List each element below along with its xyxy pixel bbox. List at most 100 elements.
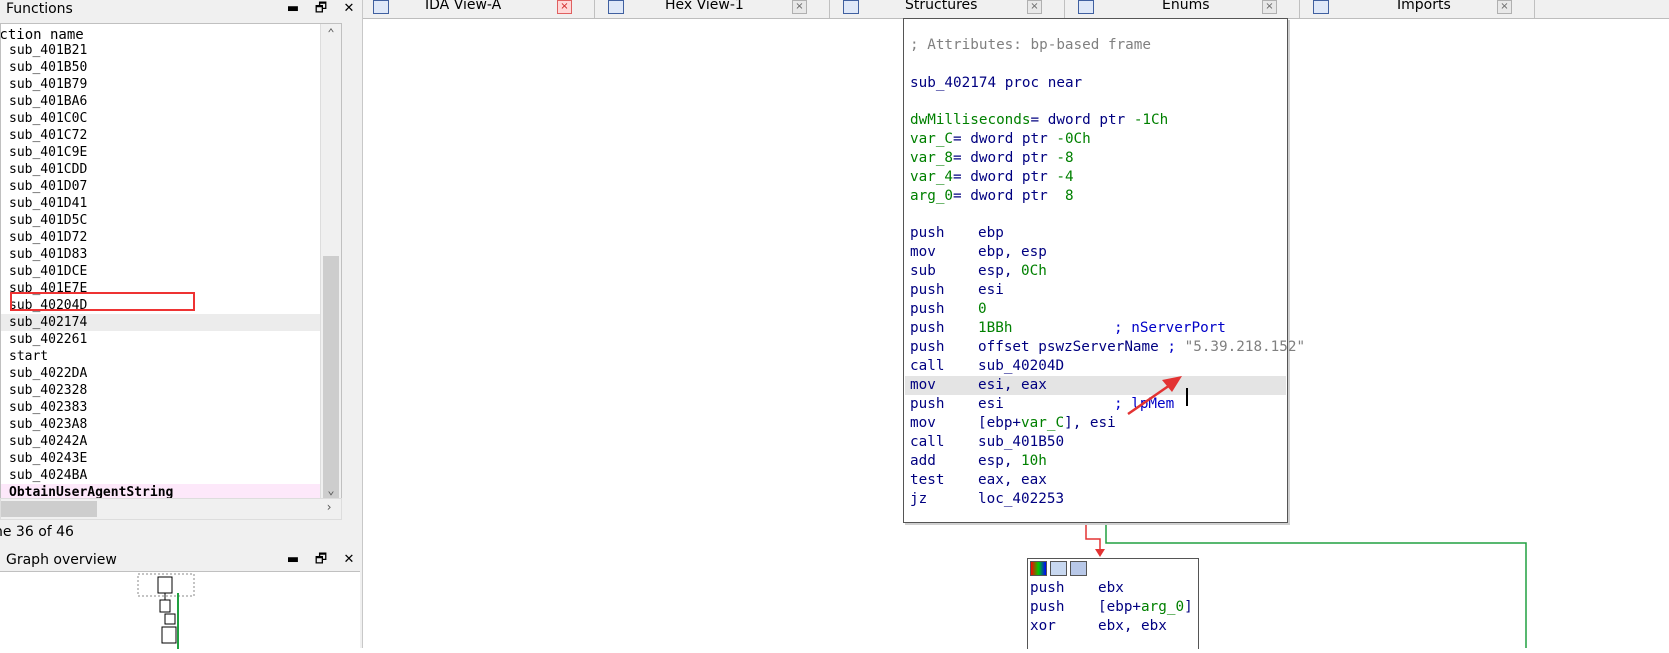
instruction-line[interactable]: push [ebp+arg_0] bbox=[1030, 598, 1193, 617]
scroll-right-icon[interactable]: › bbox=[319, 500, 339, 514]
attributes-comment[interactable]: ; Attributes: bp-based frame bbox=[910, 36, 1151, 55]
close-icon[interactable]: ✕ bbox=[342, 551, 356, 569]
overview-node bbox=[164, 613, 176, 625]
vertical-scrollbar[interactable]: ⌃ ⌄ bbox=[320, 24, 341, 499]
function-list-item[interactable]: sub_402328 bbox=[1, 382, 341, 399]
function-list-item[interactable]: sub_401C72 bbox=[1, 127, 341, 144]
close-icon[interactable]: × bbox=[1497, 0, 1512, 14]
function-list-item[interactable]: sub_401C0C bbox=[1, 110, 341, 127]
horizontal-scroll-thumb[interactable] bbox=[1, 501, 97, 517]
operand-var: var_C bbox=[1021, 415, 1065, 431]
instruction-line[interactable]: mov [ebp+var_C], esi bbox=[910, 414, 1116, 433]
instruction-line[interactable]: push offset pswzServerName ; "5.39.218.15… bbox=[910, 338, 1305, 357]
instruction-line[interactable]: call sub_40204D bbox=[910, 357, 1064, 376]
instruction-line[interactable]: sub esp, 0Ch bbox=[910, 262, 1047, 281]
local-var-def: = dword ptr bbox=[953, 188, 1065, 204]
code-block-next[interactable]: push ebx push [ebp+arg_0] xor ebx, ebx bbox=[1027, 558, 1199, 649]
function-list-item[interactable]: sub_4023A8 bbox=[1, 416, 341, 433]
instruction-line[interactable]: test eax, eax bbox=[910, 471, 1047, 490]
tab-imports[interactable]: Imports × bbox=[1303, 0, 1535, 18]
operand: ], esi bbox=[1064, 415, 1116, 431]
tab-structures[interactable]: Structures × bbox=[833, 0, 1065, 18]
close-icon[interactable]: × bbox=[557, 0, 572, 14]
local-var-name: var_8 bbox=[910, 150, 954, 166]
function-list-item[interactable]: sub_40242A bbox=[1, 433, 341, 450]
instruction-line[interactable]: jz loc_402253 bbox=[910, 490, 1064, 509]
instruction-line[interactable]: push 0 bbox=[910, 300, 987, 319]
graph-overview-canvas[interactable] bbox=[0, 571, 360, 649]
local-var-line[interactable]: var_C= dword ptr -0Ch bbox=[910, 130, 1091, 149]
function-list-item[interactable]: sub_401D83 bbox=[1, 246, 341, 263]
graph-icon[interactable] bbox=[1070, 561, 1087, 576]
tab-label: Enums bbox=[1162, 0, 1210, 13]
overview-node bbox=[157, 576, 173, 594]
close-icon[interactable]: × bbox=[1027, 0, 1042, 14]
close-icon[interactable]: ✕ bbox=[342, 0, 356, 18]
instruction-line[interactable]: push ebp bbox=[910, 224, 1004, 243]
horizontal-scrollbar[interactable]: › bbox=[0, 498, 342, 520]
scroll-up-icon[interactable]: ⌃ bbox=[321, 26, 341, 40]
instruction-line[interactable]: mov esi, eax bbox=[910, 376, 1047, 395]
text-cursor bbox=[1186, 388, 1188, 406]
tab-enums[interactable]: Enums × bbox=[1068, 0, 1300, 18]
function-list-item[interactable]: sub_401BA6 bbox=[1, 93, 341, 110]
local-var-line[interactable]: dwMilliseconds= dword ptr -1Ch bbox=[910, 111, 1168, 130]
tab-separator bbox=[1064, 0, 1065, 18]
instruction-line[interactable]: mov ebp, esp bbox=[910, 243, 1047, 262]
function-list-item[interactable]: sub_402174 bbox=[1, 314, 341, 331]
node-toolbar bbox=[1030, 561, 1087, 576]
function-list-item[interactable]: sub_40243E bbox=[1, 450, 341, 467]
edit-icon[interactable] bbox=[1050, 561, 1067, 576]
function-list-item[interactable]: sub_401B79 bbox=[1, 76, 341, 93]
function-list-item[interactable]: sub_401D07 bbox=[1, 178, 341, 195]
color-icon[interactable] bbox=[1030, 561, 1047, 576]
function-list-item[interactable]: sub_401CDD bbox=[1, 161, 341, 178]
function-list-item[interactable]: sub_401B50 bbox=[1, 59, 341, 76]
scroll-down-icon[interactable]: ⌄ bbox=[321, 483, 341, 497]
function-list-item[interactable]: sub_401C9E bbox=[1, 144, 341, 161]
tab-hex-view-1[interactable]: Hex View-1 × bbox=[598, 0, 830, 18]
restore-icon[interactable]: 🗗 bbox=[314, 551, 328, 569]
instruction-line[interactable]: push esi ; lpMem bbox=[910, 395, 1174, 414]
code-block-sub-402174[interactable]: ; Attributes: bp-based frame sub_402174 p… bbox=[903, 18, 1305, 523]
instruction-line[interactable]: xor ebx, ebx bbox=[1030, 617, 1167, 636]
operand: sub_401B50 bbox=[978, 434, 1065, 450]
graph-overview-minimap bbox=[137, 573, 195, 649]
function-list-item[interactable]: sub_402261 bbox=[1, 331, 341, 348]
mnemonic: call bbox=[910, 358, 945, 374]
tab-label: Hex View-1 bbox=[665, 0, 744, 13]
close-icon[interactable]: × bbox=[1262, 0, 1277, 14]
minimize-icon[interactable]: ▬ bbox=[286, 0, 300, 18]
restore-icon[interactable]: 🗗 bbox=[314, 0, 328, 18]
function-list-item[interactable]: sub_402383 bbox=[1, 399, 341, 416]
mnemonic: mov bbox=[910, 244, 936, 260]
function-list-item[interactable]: sub_4022DA bbox=[1, 365, 341, 382]
local-var-line[interactable]: var_8= dword ptr -8 bbox=[910, 149, 1074, 168]
mnemonic: push bbox=[910, 396, 945, 412]
minimize-icon[interactable]: ▬ bbox=[286, 551, 300, 569]
local-var-line[interactable]: arg_0= dword ptr 8 bbox=[910, 187, 1074, 206]
mnemonic: test bbox=[910, 472, 945, 488]
ida-view-icon bbox=[373, 0, 389, 14]
instruction-line[interactable]: push ebx bbox=[1030, 579, 1124, 598]
function-list-item[interactable]: start bbox=[1, 348, 341, 365]
local-var-def: = dword ptr bbox=[953, 150, 1057, 166]
overview-node bbox=[161, 626, 177, 644]
function-list-item[interactable]: sub_401D72 bbox=[1, 229, 341, 246]
instruction-line[interactable]: push 1BBh ; nServerPort bbox=[910, 319, 1226, 338]
instruction-line[interactable]: push esi bbox=[910, 281, 1004, 300]
function-list-item[interactable]: sub_401D41 bbox=[1, 195, 341, 212]
instruction-line[interactable]: call sub_401B50 bbox=[910, 433, 1064, 452]
function-list-item[interactable]: sub_4024BA bbox=[1, 467, 341, 484]
local-var-line[interactable]: var_4= dword ptr -4 bbox=[910, 168, 1074, 187]
instruction-line[interactable]: add esp, 10h bbox=[910, 452, 1047, 471]
proc-line[interactable]: sub_402174 proc near bbox=[910, 74, 1082, 93]
function-list-item[interactable]: sub_401DCE bbox=[1, 263, 341, 280]
close-icon[interactable]: × bbox=[792, 0, 807, 14]
immediate: 1BBh bbox=[978, 320, 1013, 336]
function-list-item[interactable]: sub_401B21 bbox=[1, 42, 341, 59]
function-list-item[interactable]: sub_401D5C bbox=[1, 212, 341, 229]
tab-ida-view-a[interactable]: IDA View-A × bbox=[363, 0, 595, 18]
mnemonic: add bbox=[910, 453, 936, 469]
vertical-scroll-thumb[interactable] bbox=[323, 256, 339, 499]
